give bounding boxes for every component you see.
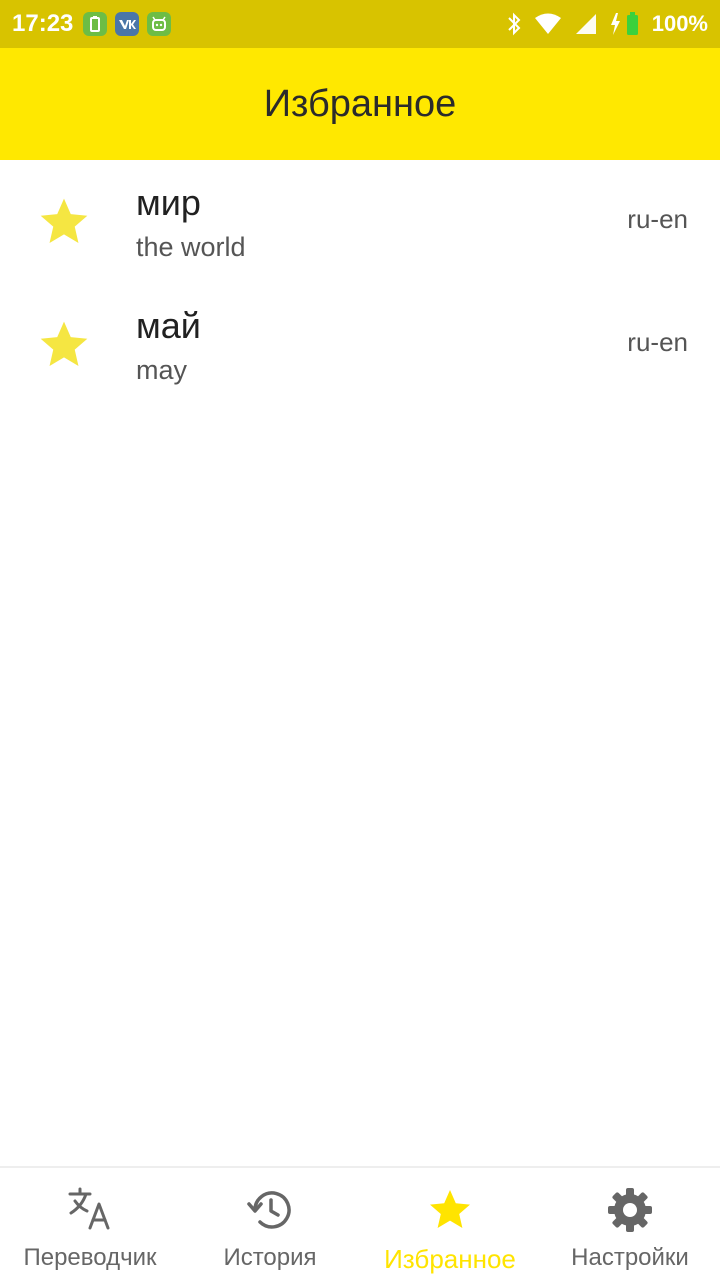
favorite-word: мир [136,182,201,223]
history-icon [247,1191,291,1229]
battery-charging-icon [610,12,638,35]
gear-icon [608,1188,652,1232]
nav-label: История [223,1244,317,1271]
favorite-translation: may [136,355,188,385]
status-right: 100% [506,11,708,37]
list-item[interactable]: май may ru-en [0,283,720,406]
nav-history[interactable]: История [180,1168,360,1280]
vk-icon [115,12,140,36]
screen: 17:23 100% Избранное мир the world ru-en… [0,0,720,1280]
status-bar: 17:23 100% [0,0,720,48]
nav-label: Настройки [571,1244,689,1271]
signal-icon [575,14,596,34]
translate-icon [68,1187,110,1230]
star-icon[interactable] [36,194,92,250]
nav-favorites[interactable]: Избранное [360,1168,540,1280]
list-item[interactable]: мир the world ru-en [0,160,720,283]
favorite-lang: ru-en [627,204,688,234]
favorite-lang: ru-en [627,327,688,357]
wifi-icon [534,13,561,34]
status-time: 17:23 [12,10,74,37]
app-bar: Избранное [0,48,720,160]
battery-percent: 100% [651,11,708,36]
nav-settings[interactable]: Настройки [540,1168,720,1280]
bottom-nav: Переводчик История Избранное Настройки [0,1166,720,1280]
favorite-translation: the world [136,232,246,262]
page-title: Избранное [263,82,457,125]
star-icon[interactable] [36,317,92,373]
favorites-list: мир the world ru-en май may ru-en [0,160,720,406]
favorite-word: май [136,305,201,346]
star-icon [430,1190,470,1228]
bluetooth-icon [508,12,521,36]
nav-label: Избранное [384,1244,516,1274]
battery-app-icon [83,12,108,36]
android-app-icon [147,12,172,36]
nav-label: Переводчик [23,1244,157,1271]
nav-translator[interactable]: Переводчик [0,1168,180,1280]
